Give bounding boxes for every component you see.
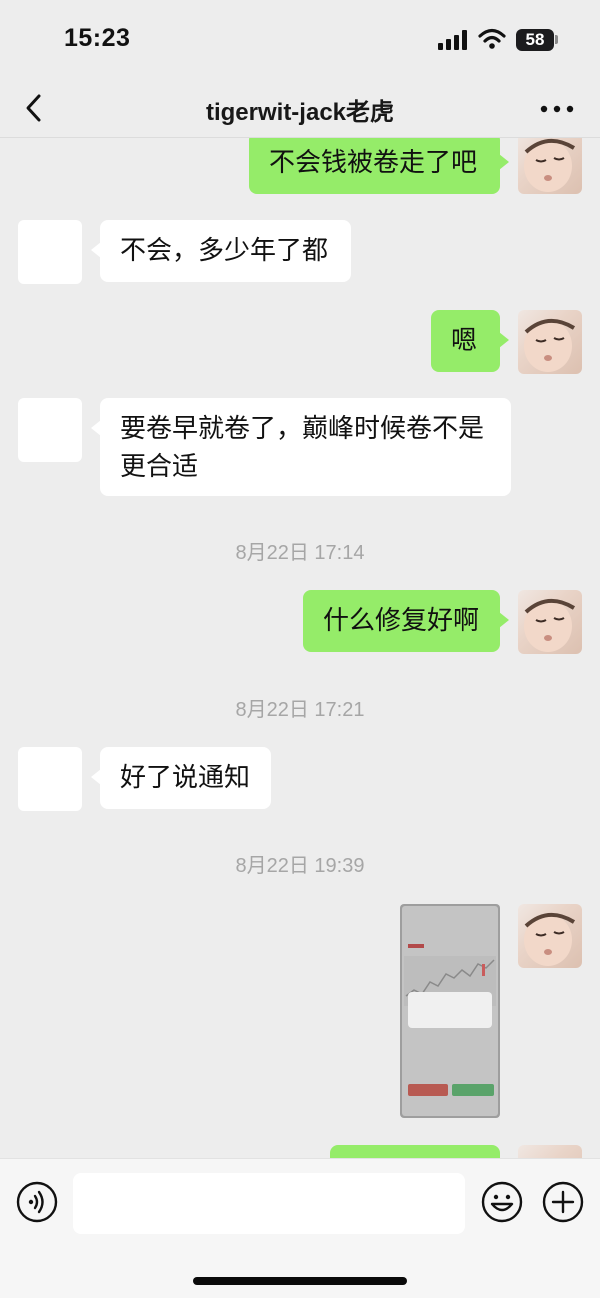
status-time: 15:23 (64, 24, 131, 52)
timestamp: 8月22日 17:21 (235, 699, 365, 721)
my-avatar[interactable] (518, 310, 582, 374)
more-options-icon[interactable] (540, 104, 574, 114)
image-message-thumbnail[interactable] (400, 904, 500, 1118)
timestamp: 8月22日 17:14 (235, 542, 365, 564)
my-avatar[interactable] (518, 1145, 582, 1158)
home-indicator (193, 1277, 407, 1285)
message-incoming[interactable]: 不会，多少年了都 (91, 220, 351, 282)
face-photo-icon (524, 139, 576, 192)
message-input-bar (0, 1158, 600, 1298)
face-photo-icon (524, 599, 576, 652)
timestamp: 8月22日 19:39 (235, 855, 365, 877)
thumbnail-dialog (408, 992, 492, 1028)
wifi-icon (478, 28, 506, 49)
message-outgoing-partial[interactable] (330, 1145, 500, 1158)
voice-input-icon[interactable] (16, 1181, 58, 1223)
face-photo-icon (524, 913, 576, 966)
chat-header: tigerwit-jack老虎 (0, 80, 600, 138)
emoji-icon[interactable] (481, 1181, 523, 1223)
my-avatar[interactable] (518, 138, 582, 194)
chat-title: tigerwit-jack老虎 (205, 99, 395, 126)
message-outgoing[interactable]: 不会钱被卷走了吧 (249, 138, 509, 194)
message-text: 好了说通知 (120, 762, 251, 792)
battery-cap (555, 35, 558, 44)
more-actions-plus-icon[interactable] (542, 1181, 584, 1223)
contact-avatar[interactable] (18, 220, 82, 284)
message-text-line: 更合适 (120, 451, 199, 481)
message-text: 什么修复好啊 (323, 605, 480, 635)
face-photo-icon (524, 319, 576, 372)
status-bar: 15:23 58 (0, 0, 600, 80)
message-incoming[interactable]: 好了说通知 (91, 747, 271, 809)
message-text: 嗯 (451, 325, 478, 355)
my-avatar[interactable] (518, 590, 582, 654)
message-list[interactable]: 不会钱被卷走了吧 不会，多少年了都 嗯 要卷早就卷了，巅峰时候卷不是 更合适 8… (0, 138, 600, 1158)
contact-avatar[interactable] (18, 747, 82, 811)
cellular-signal-icon (438, 30, 467, 50)
message-text: 不会钱被卷走了吧 (269, 147, 478, 177)
contact-avatar[interactable] (18, 398, 82, 462)
message-text: 不会，多少年了都 (120, 235, 329, 265)
message-text-input[interactable] (73, 1173, 465, 1234)
my-avatar[interactable] (518, 904, 582, 968)
message-outgoing[interactable]: 嗯 (431, 310, 509, 372)
message-text-line: 要卷早就卷了，巅峰时候卷不是 (120, 413, 485, 443)
battery-indicator: 58 (516, 29, 554, 51)
message-outgoing[interactable]: 什么修复好啊 (303, 590, 509, 652)
message-incoming[interactable]: 要卷早就卷了，巅峰时候卷不是 更合适 (91, 398, 511, 496)
